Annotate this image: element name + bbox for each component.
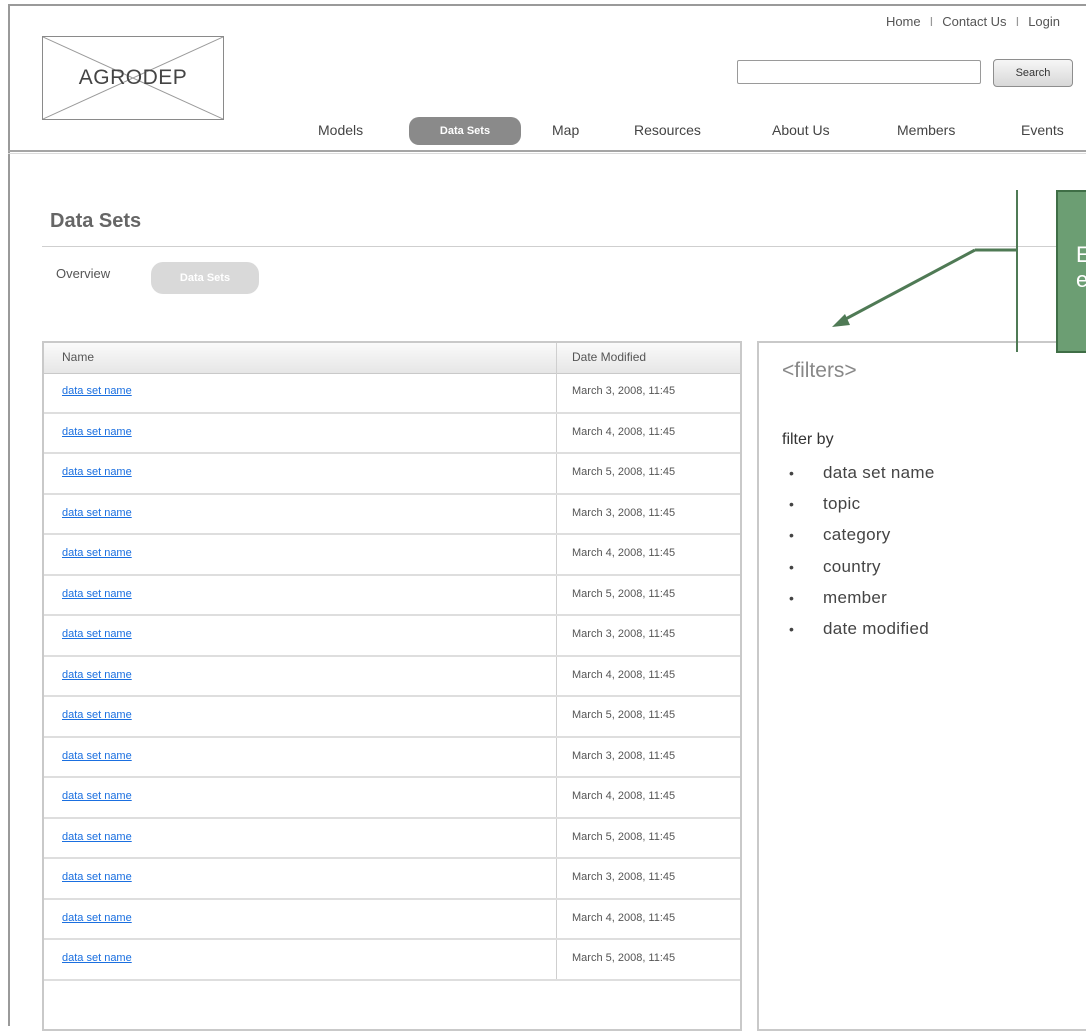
data-set-link[interactable]: data set name [62,385,132,397]
date-modified: March 5, 2008, 11:45 [572,709,676,721]
data-set-link[interactable]: data set name [62,669,132,681]
filter-option-label: date modified [823,618,929,638]
table-row: data set name March 5, 2008, 11:45 [44,940,740,981]
nav-events[interactable]: Events [1021,122,1064,138]
link-separator: I [1015,14,1020,29]
logo-placeholder[interactable]: AGRODEP [42,36,224,120]
table-row: data set name March 3, 2008, 11:45 [44,373,740,414]
column-header-date-modified[interactable]: Date Modified [572,350,646,364]
date-modified: March 5, 2008, 11:45 [572,952,676,964]
table-row: data set name March 3, 2008, 11:45 [44,616,740,657]
date-modified: March 4, 2008, 11:45 [572,911,676,924]
search-button[interactable]: Search [993,59,1073,87]
data-set-link[interactable]: data set name [62,628,132,640]
nav-about-us[interactable]: About Us [772,122,830,138]
date-modified: March 4, 2008, 11:45 [572,790,676,802]
nav-models[interactable]: Models [318,122,363,138]
table-header: Name Date Modified [44,343,740,374]
filters-panel: <filters> filter by • data set name • topi… [757,341,1086,1031]
data-sets-table: Name Date Modified data set name March 3,… [42,341,742,1031]
column-header-name[interactable]: Name [62,350,94,364]
filter-option-label: data set name [823,463,935,482]
table-row: data set name March 5, 2008, 11:45 [44,697,740,738]
filter-option-category[interactable]: • category [789,519,935,550]
link-separator: I [929,14,934,29]
nav-resources[interactable]: Resources [634,122,701,138]
annotation-note: E e [1056,190,1086,353]
data-set-link[interactable]: data set name [62,507,132,519]
top-links: Home I Contact Us I Login [886,14,1060,29]
table-row: data set name March 3, 2008, 11:45 [44,738,740,778]
data-set-link[interactable]: data set name [62,547,132,559]
table-row: data set name March 3, 2008, 11:45 [44,859,740,900]
contact-us-link[interactable]: Contact Us [942,14,1006,29]
page-title: Data Sets [50,210,142,232]
filter-options: • data set name • topic • category • country… [789,457,935,644]
data-set-link[interactable]: data set name [62,831,132,843]
table-row: data set name March 4, 2008, 11:45 [44,535,740,576]
home-link[interactable]: Home [886,14,921,29]
date-modified: March 3, 2008, 11:45 [572,628,676,640]
table-row: data set name March 5, 2008, 11:45 [44,454,740,495]
date-modified: March 5, 2008, 11:45 [572,587,676,600]
table-row: data set name March 4, 2008, 11:45 [44,778,740,819]
date-modified: March 3, 2008, 11:45 [572,871,676,883]
header-divider-shadow [8,153,1086,154]
bullet-icon: • [789,465,795,481]
filters-title: <filters> [782,359,857,382]
bullet-icon: • [789,496,795,513]
tab-data-sets[interactable]: Data Sets [151,262,259,294]
data-set-link[interactable]: data set name [62,912,132,924]
date-modified: March 3, 2008, 11:45 [572,385,676,397]
table-row: data set name March 5, 2008, 11:45 [44,819,740,859]
data-set-link[interactable]: data set name [62,709,132,721]
data-set-link[interactable]: data set name [62,750,132,762]
title-divider [42,246,1086,247]
annotation-text-line1: E [1076,242,1086,267]
filter-option-country[interactable]: • country [789,551,935,582]
filter-option-topic[interactable]: • topic [789,488,935,519]
tab-overview[interactable]: Overview [56,266,110,281]
nav-members[interactable]: Members [897,122,955,138]
logo-text: AGRODEP [78,66,188,89]
data-set-link[interactable]: data set name [62,790,132,802]
table-row: data set name March 4, 2008, 11:45 [44,657,740,697]
date-modified: March 3, 2008, 11:45 [572,506,676,519]
date-modified: March 5, 2008, 11:45 [572,466,676,478]
filter-option-label: member [823,587,888,607]
nav-map[interactable]: Map [552,122,579,138]
filter-option-label: category [823,525,891,545]
date-modified: March 4, 2008, 11:45 [572,425,676,438]
date-modified: March 4, 2008, 11:45 [572,547,676,559]
date-modified: March 5, 2008, 11:45 [572,830,676,843]
filter-by-label: filter by [782,431,834,448]
bullet-icon: • [789,558,795,575]
data-set-link[interactable]: data set name [62,588,132,600]
data-set-link[interactable]: data set name [62,466,132,478]
nav-data-sets[interactable]: Data Sets [409,117,521,145]
filter-option-date-modified[interactable]: • date modified [789,613,935,644]
date-modified: March 4, 2008, 11:45 [572,668,676,681]
filter-option-label: country [823,556,881,576]
data-set-link[interactable]: data set name [62,871,132,883]
data-set-link[interactable]: data set name [62,426,132,438]
table-row: data set name March 5, 2008, 11:45 [44,576,740,616]
bullet-icon: • [789,527,795,544]
search-input[interactable] [737,60,981,84]
bullet-icon: • [789,589,795,606]
date-modified: March 3, 2008, 11:45 [572,749,676,762]
login-link[interactable]: Login [1028,14,1060,29]
bullet-icon: • [789,620,795,637]
filter-option-data-set-name[interactable]: • data set name [789,457,935,488]
header-divider [8,150,1086,152]
table-row: data set name March 4, 2008, 11:45 [44,414,740,454]
table-row: data set name March 3, 2008, 11:45 [44,495,740,535]
annotation-text-line2: e [1076,267,1086,292]
filter-option-label: topic [823,494,861,514]
table-row: data set name March 4, 2008, 11:45 [44,900,740,940]
data-set-link[interactable]: data set name [62,952,132,964]
filter-option-member[interactable]: • member [789,582,935,613]
